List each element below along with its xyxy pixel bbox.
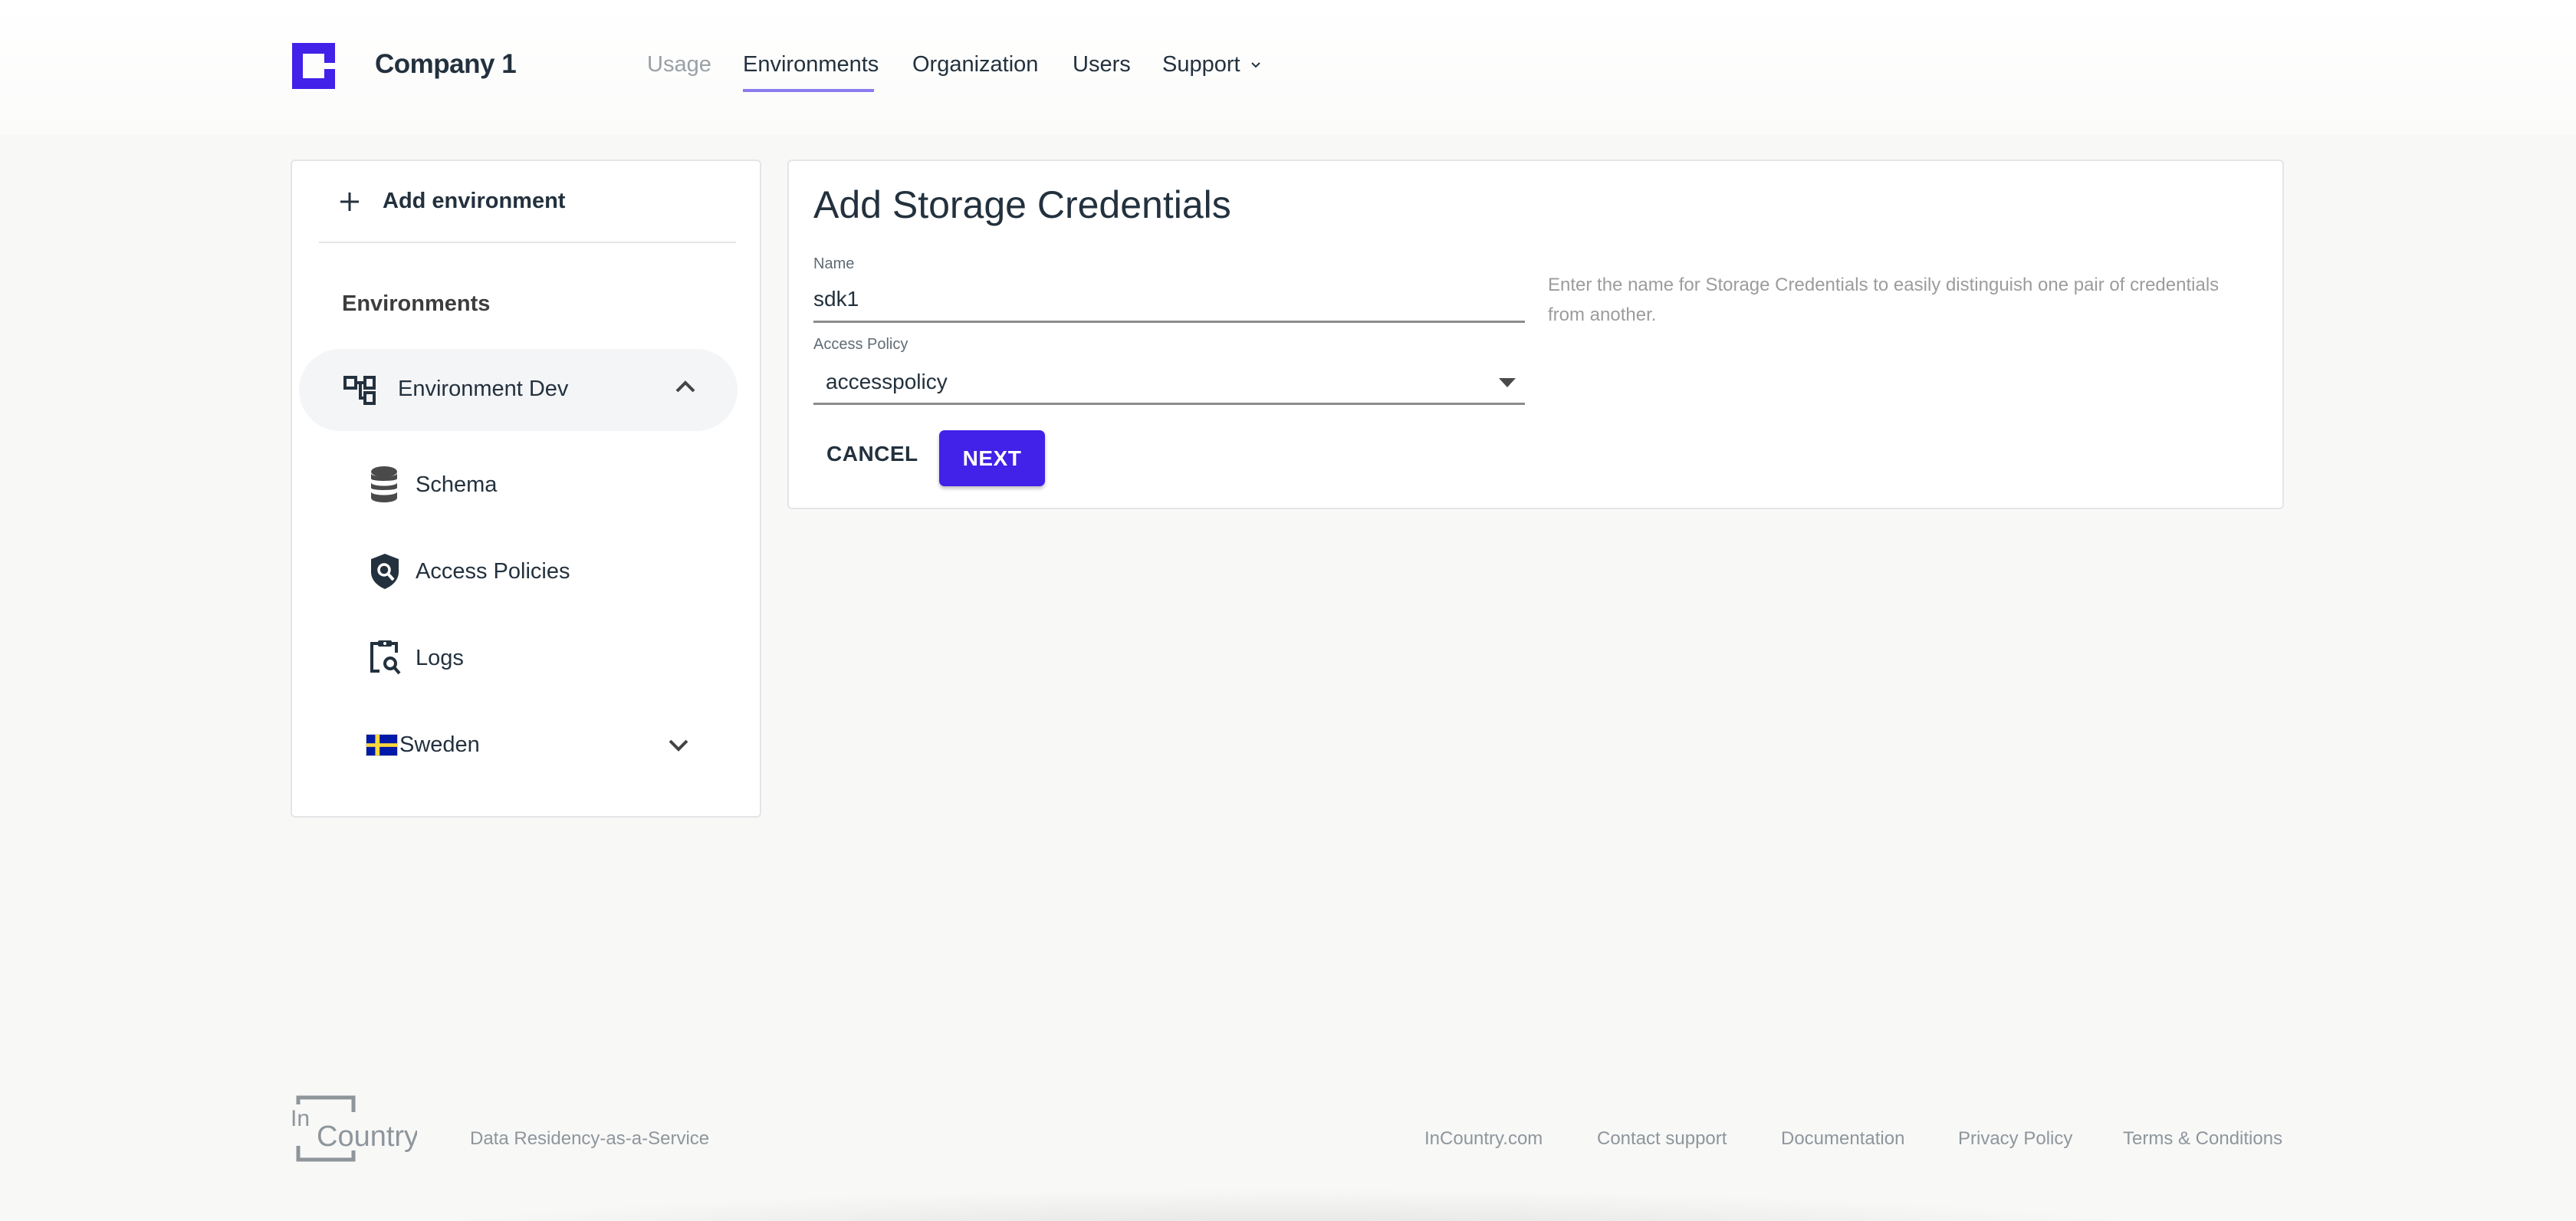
sidebar-item-schema[interactable]: Schema [292,455,760,516]
nav-usage[interactable]: Usage [647,52,711,77]
environments-heading: Environments [342,291,491,316]
name-helper-text: Enter the name for Storage Credentials t… [1548,275,2220,325]
dropdown-arrow-icon[interactable] [1499,378,1516,387]
add-environment-label: Add environment [383,189,566,213]
footer-link-privacy-policy[interactable]: Privacy Policy [1958,1128,2072,1150]
sweden-label: Sweden [399,732,480,757]
region-sweden-item[interactable]: Sweden [366,725,749,771]
shield-search-icon [371,554,399,589]
company-logo-icon[interactable] [292,43,335,89]
database-icon [371,466,397,502]
logs-label: Logs [416,646,464,670]
environments-sidebar: Add environment Environments Environment… [291,160,761,818]
chevron-down-icon[interactable] [668,739,689,752]
footer-tagline: Data Residency-as-a-Service [470,1128,710,1149]
name-input-underline [813,321,1525,323]
incountry-logo-icon[interactable]: In Country [291,1095,417,1163]
clipboard-search-icon [370,640,401,675]
plus-icon [340,192,359,211]
environment-dev-item[interactable]: Environment Dev [299,349,738,431]
access-policy-selected-value: accesspolicy [826,370,948,393]
active-tab-indicator [743,89,874,92]
name-input-value: sdk1 [813,287,859,311]
hierarchy-icon [343,376,376,405]
nav-support[interactable]: Support [1162,52,1260,77]
access-policy-underline [813,403,1525,405]
logo-text-country: Country [317,1121,417,1153]
access-policy-field-label: Access Policy [813,336,909,353]
add-storage-credentials-panel: Add Storage Credentials Name sdk1 Access… [787,160,2284,509]
schema-label: Schema [416,472,498,497]
nav-environments[interactable]: Environments [743,52,879,77]
sidebar-divider [319,242,736,243]
sidebar-item-logs[interactable]: Logs [292,628,760,689]
page-title: Add Storage Credentials [813,183,1231,226]
window-bottom-shadow [0,1166,2576,1221]
footer-link-terms[interactable]: Terms & Conditions [2123,1128,2282,1150]
nav-organization[interactable]: Organization [912,52,1038,77]
name-field-label: Name [813,255,855,272]
footer-link-incountry[interactable]: InCountry.com [1424,1128,1543,1150]
company-name: Company 1 [375,49,517,79]
sweden-flag-icon [366,734,398,756]
environment-dev-label: Environment Dev [398,377,569,401]
nav-support-label: Support [1162,52,1240,77]
footer-link-documentation[interactable]: Documentation [1781,1128,1904,1150]
chevron-down-icon [1250,62,1260,68]
next-button[interactable]: NEXT [939,430,1045,486]
chevron-up-icon[interactable] [675,380,696,393]
sidebar-item-access-policies[interactable]: Access Policies [292,541,760,603]
top-header: Company 1 Usage Environments Organizatio… [0,0,2576,134]
nav-users[interactable]: Users [1073,52,1131,77]
access-policies-label: Access Policies [416,559,570,584]
cancel-button[interactable]: CANCEL [826,442,918,466]
access-policy-select[interactable]: accesspolicy [813,359,1525,405]
logo-text-in: In [291,1106,310,1131]
name-input[interactable]: sdk1 [813,276,1525,322]
footer-link-contact-support[interactable]: Contact support [1597,1128,1727,1150]
add-environment-button[interactable]: Add environment [338,189,565,214]
